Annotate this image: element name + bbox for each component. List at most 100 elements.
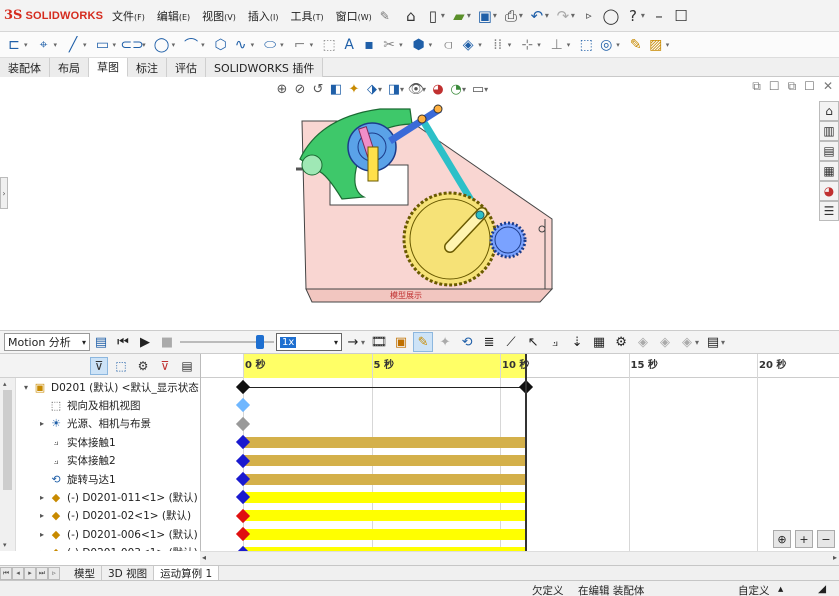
rectangle-icon[interactable]: ▭	[93, 35, 113, 55]
playback-mode-icon[interactable]: →	[343, 332, 363, 352]
solidworks-logo[interactable]: 3S SOLIDWORKS	[0, 8, 112, 23]
force-icon[interactable]: ↖	[523, 332, 543, 352]
zoom-to-fit-timeline-icon[interactable]: ⊕	[773, 530, 791, 548]
hide-show-dropdown-icon[interactable]: ▾	[422, 85, 426, 94]
quick-snaps-icon[interactable]: ◎	[596, 35, 616, 55]
view-key-point[interactable]	[235, 398, 251, 413]
play-icon[interactable]: ▶	[135, 332, 155, 352]
restore-document-icon[interactable]: ⧉	[752, 79, 761, 94]
trim-icon[interactable]: ✂	[379, 35, 399, 55]
command-tab-1[interactable]: 布局	[50, 58, 89, 77]
command-tab-5[interactable]: SOLIDWORKS 插件	[206, 58, 324, 77]
simulation-setup-icon[interactable]: ◈	[633, 332, 653, 352]
playback-speed-slider-thumb[interactable]	[255, 335, 264, 349]
filter-driving-icon[interactable]: ⬚	[112, 357, 130, 375]
solidworks-resources-icon[interactable]: ⌂	[819, 101, 839, 121]
menu-item-5[interactable]: 窗口(W)	[336, 8, 372, 24]
animation-wizard-icon[interactable]: ▣	[391, 332, 411, 352]
tree-item[interactable]: ▸◆(-) D0201-003<1> (默认)	[16, 544, 198, 551]
filter-animated-icon[interactable]: ⊽	[90, 356, 108, 375]
tree-item[interactable]: ▾ ▣ D0201 (默认) <默认_显示状态	[16, 378, 199, 396]
feature-track-bar[interactable]	[243, 455, 526, 467]
zoom-to-fit-icon[interactable]: ⊕	[273, 80, 291, 98]
display-style-dropdown-icon[interactable]: ▾	[400, 85, 404, 94]
home-icon[interactable]: ⌂	[400, 5, 422, 27]
repair-sketch-icon[interactable]: ⬚	[576, 35, 596, 55]
tree-item[interactable]: ⟓ 实体接触2	[16, 452, 115, 470]
status-units[interactable]: 自定义	[738, 583, 770, 596]
filter-results-icon[interactable]: ⊽	[156, 357, 174, 375]
document-tab-1[interactable]: 3D 视图	[102, 565, 155, 581]
fillet-dropdown-icon[interactable]: ▾	[310, 41, 314, 49]
filter-selected-icon[interactable]: ⚙	[134, 357, 152, 375]
spline-icon[interactable]: ∿	[231, 35, 251, 55]
save-dropdown-icon[interactable]: ▾	[493, 11, 497, 20]
scroll-thumb[interactable]	[3, 390, 12, 490]
convert-dropdown-icon[interactable]: ▾	[429, 41, 433, 49]
playback-speed-select[interactable]: 1x ▾	[276, 333, 342, 351]
dimension-dropdown-icon[interactable]: ▾	[54, 41, 58, 49]
stop-icon[interactable]: ■	[157, 332, 177, 352]
scene-dropdown-icon[interactable]: ▾	[462, 85, 466, 94]
study-type-select[interactable]: Motion 分析 ▾	[4, 333, 90, 351]
ellipse-dropdown-icon[interactable]: ▾	[280, 41, 284, 49]
motion-timeline[interactable]: 0 秒5 秒 10 秒 15 秒 20 秒 ⊕ + −	[200, 354, 839, 551]
redo-dropdown-icon[interactable]: ▾	[571, 11, 575, 20]
dynamic-annotation-icon[interactable]: ✦	[345, 80, 363, 98]
document-tab-2[interactable]: 运动算例 1	[154, 565, 220, 581]
zoom-area-icon[interactable]: ⊘	[291, 80, 309, 98]
tree-item[interactable]: ▸ ◆ (-) D0201-011<1> (默认)	[16, 488, 198, 506]
autosort-icon[interactable]: ▤	[178, 357, 196, 375]
design-library-icon[interactable]: ▥	[819, 121, 839, 141]
maximize-window-icon[interactable]: ☐	[670, 5, 692, 27]
first-tab-icon[interactable]: ⏮	[0, 566, 12, 580]
user-account-icon[interactable]: ◯	[600, 5, 622, 27]
design-study-icon[interactable]: ◈	[677, 332, 697, 352]
view-settings-dropdown-icon[interactable]: ▾	[484, 85, 488, 94]
gravity-icon[interactable]: ⇣	[567, 332, 587, 352]
play-from-start-icon[interactable]: ⏮	[113, 332, 133, 352]
spline-dropdown-icon[interactable]: ▾	[251, 41, 255, 49]
feature-track-bar[interactable]	[243, 473, 526, 485]
start-key-point[interactable]	[235, 379, 251, 395]
status-units-dropdown-icon[interactable]: ▴	[778, 583, 783, 595]
expand-toggle-icon[interactable]: ▸	[36, 493, 48, 502]
zoom-in-timeline-icon[interactable]: +	[795, 530, 813, 548]
pin-menu-icon[interactable]: ✎	[380, 9, 390, 23]
cascade-document-icon[interactable]: ⧉	[788, 79, 797, 94]
pattern-dropdown-icon[interactable]: ▾	[508, 41, 512, 49]
expand-toggle-icon[interactable]: ▸	[36, 419, 48, 428]
text-icon[interactable]: A	[339, 35, 359, 55]
command-tab-4[interactable]: 评估	[167, 58, 206, 77]
relations-dropdown-icon[interactable]: ▾	[567, 41, 571, 49]
shaded-dropdown-icon[interactable]: ▾	[666, 41, 670, 49]
tree-scrollbar[interactable]: ▴ ▾	[0, 378, 16, 551]
point-icon[interactable]: ▪	[359, 35, 379, 55]
menu-item-1[interactable]: 编辑(E)	[157, 8, 190, 24]
fillet-icon[interactable]: ⌐	[290, 35, 310, 55]
edit-appearance-icon[interactable]: ◕	[429, 80, 447, 98]
close-document-icon[interactable]: ✕	[823, 79, 833, 94]
save-animation-icon[interactable]: 🎞	[369, 332, 389, 352]
arc-dropdown-icon[interactable]: ▾	[201, 41, 205, 49]
tree-item[interactable]: ⬚ 视向及相机视图	[16, 396, 141, 414]
select-icon[interactable]: ▹	[578, 5, 600, 27]
menu-item-2[interactable]: 视图(V)	[202, 8, 236, 24]
component-track-bar[interactable]	[243, 510, 526, 522]
add-update-key-icon[interactable]: ✦	[435, 332, 455, 352]
new-dropdown-icon[interactable]: ▾	[441, 11, 445, 20]
damper-icon[interactable]: ⟋	[501, 332, 521, 352]
document-tab-0[interactable]: 模型	[68, 565, 102, 581]
component-track-bar[interactable]	[243, 491, 526, 503]
sketch-icon[interactable]: ⊏	[4, 35, 24, 55]
autokey-icon[interactable]: ✎	[413, 332, 434, 352]
simulation-study-icon[interactable]: ◈	[655, 332, 675, 352]
rectangle-dropdown-icon[interactable]: ▾	[113, 41, 117, 49]
menu-item-3[interactable]: 插入(I)	[248, 8, 279, 24]
appearances-scenes-icon[interactable]: ◕	[819, 181, 839, 201]
undo-dropdown-icon[interactable]: ▾	[545, 11, 549, 20]
contact-icon[interactable]: ⟓	[545, 332, 565, 352]
line-icon[interactable]: ╱	[63, 35, 83, 55]
more-dropdown-icon[interactable]: ▾	[695, 338, 699, 347]
next-tab-icon[interactable]: ▸	[24, 566, 36, 580]
